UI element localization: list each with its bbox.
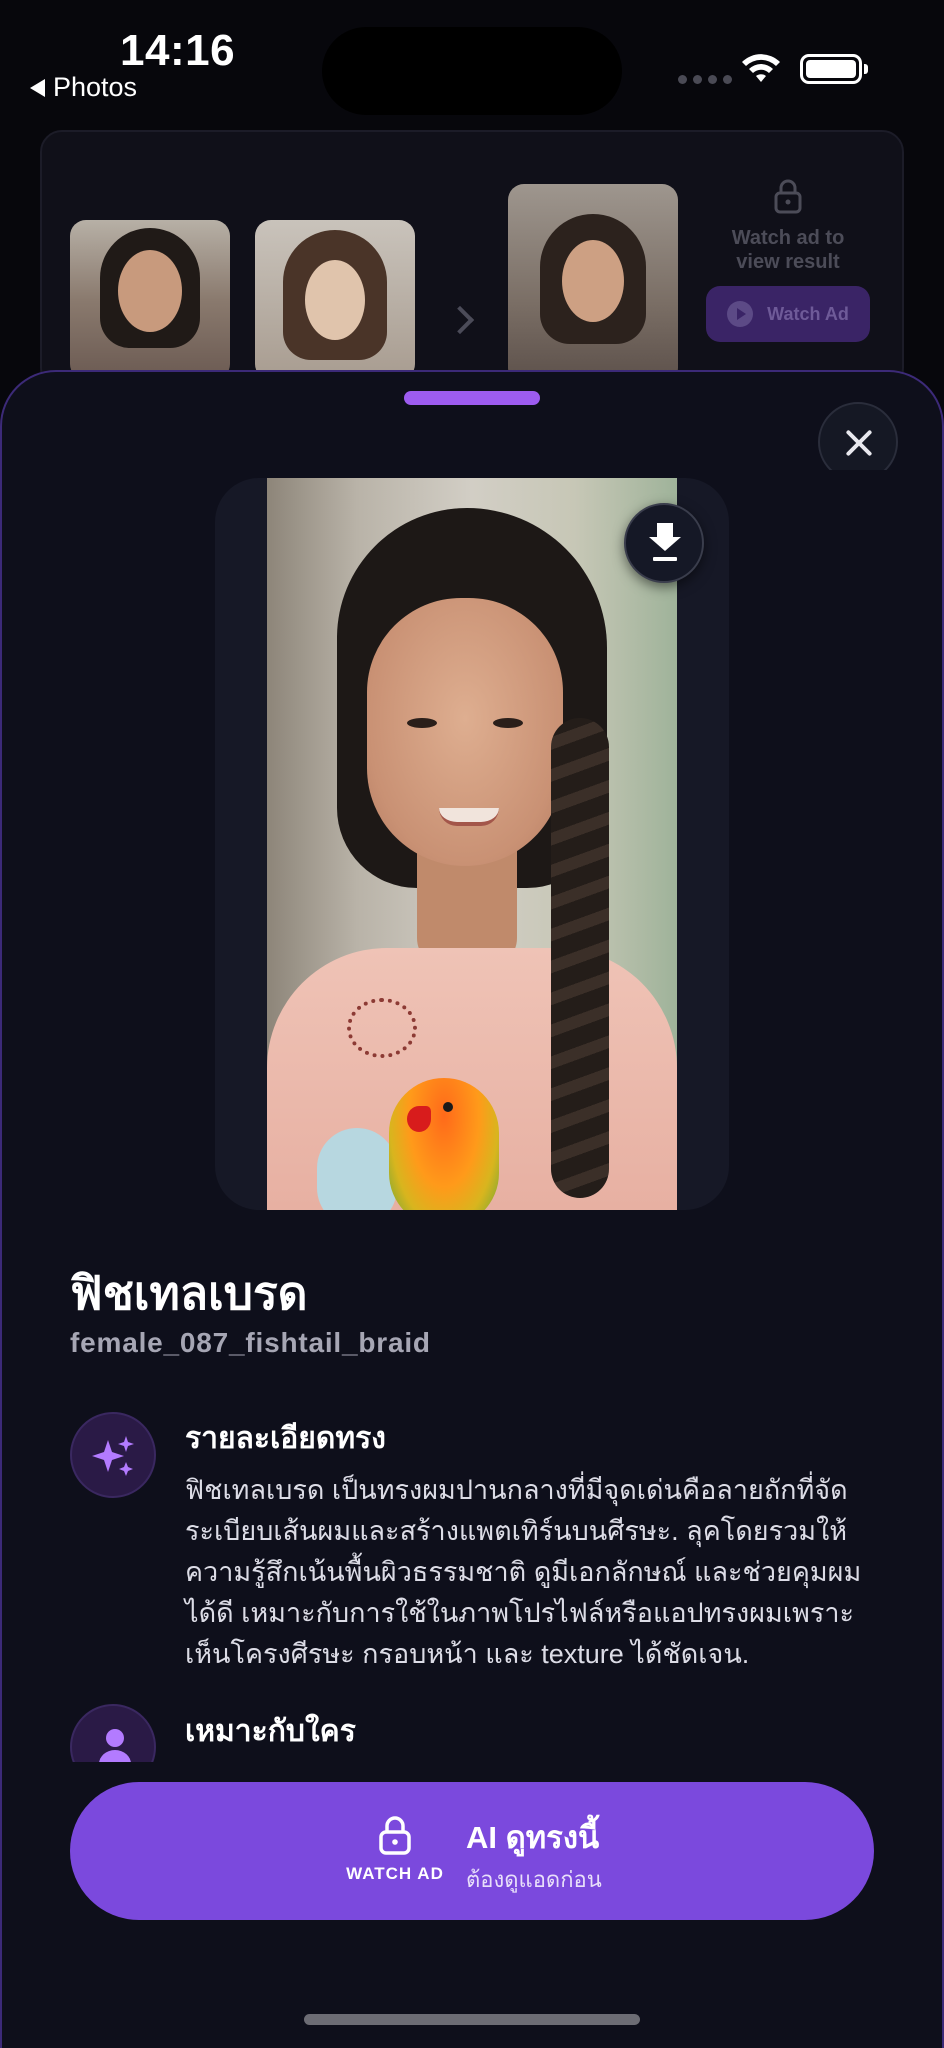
suitable-for-title: เหมาะกับใคร xyxy=(185,1715,356,1748)
result-preview-thumbnail[interactable] xyxy=(508,184,678,384)
back-label: Photos xyxy=(53,72,138,102)
lock-icon xyxy=(379,1816,411,1855)
style-details-description: ฟิชเทลเบรด เป็นทรงผมปานกลางที่มีจุดเด่นค… xyxy=(185,1475,862,1669)
cta-title: AI ดูทรงนี้ xyxy=(466,1820,600,1855)
wifi-icon xyxy=(742,54,780,82)
lock-icon xyxy=(774,179,802,214)
close-button-clip xyxy=(810,470,906,500)
sheet-grabber[interactable] xyxy=(404,391,540,405)
watch-ad-small-button[interactable]: Watch Ad xyxy=(706,286,870,342)
hairstyle-preview-photo xyxy=(267,478,677,1210)
hairstyle-reference-thumbnail[interactable] xyxy=(255,220,415,380)
back-triangle-icon xyxy=(30,78,45,97)
back-to-photos-link[interactable]: Photos xyxy=(30,72,137,103)
download-button[interactable] xyxy=(624,503,704,583)
style-details-title: รายละเอียดทรง xyxy=(185,1422,386,1455)
cta-subtitle: ต้องดูแอดก่อน xyxy=(466,1867,602,1892)
dynamic-island xyxy=(322,27,622,115)
style-name: ฟิชเทลเบรด xyxy=(70,1267,308,1319)
signal-icon xyxy=(678,75,732,84)
battery-icon xyxy=(800,54,862,84)
status-time: 14:16 xyxy=(120,26,236,75)
battery-tip xyxy=(864,64,868,74)
home-indicator xyxy=(304,2014,640,2025)
cta-watch-ad-label: WATCH AD xyxy=(346,1864,444,1883)
play-icon xyxy=(727,301,754,327)
style-code: female_087_fishtail_braid xyxy=(70,1327,431,1358)
original-photo-thumbnail[interactable] xyxy=(70,220,230,380)
watch-ad-small-label: Watch Ad xyxy=(767,303,849,324)
sparkles-icon xyxy=(70,1412,156,1498)
watch-ad-prompt: Watch ad to view result xyxy=(731,227,845,273)
download-icon xyxy=(649,523,681,551)
